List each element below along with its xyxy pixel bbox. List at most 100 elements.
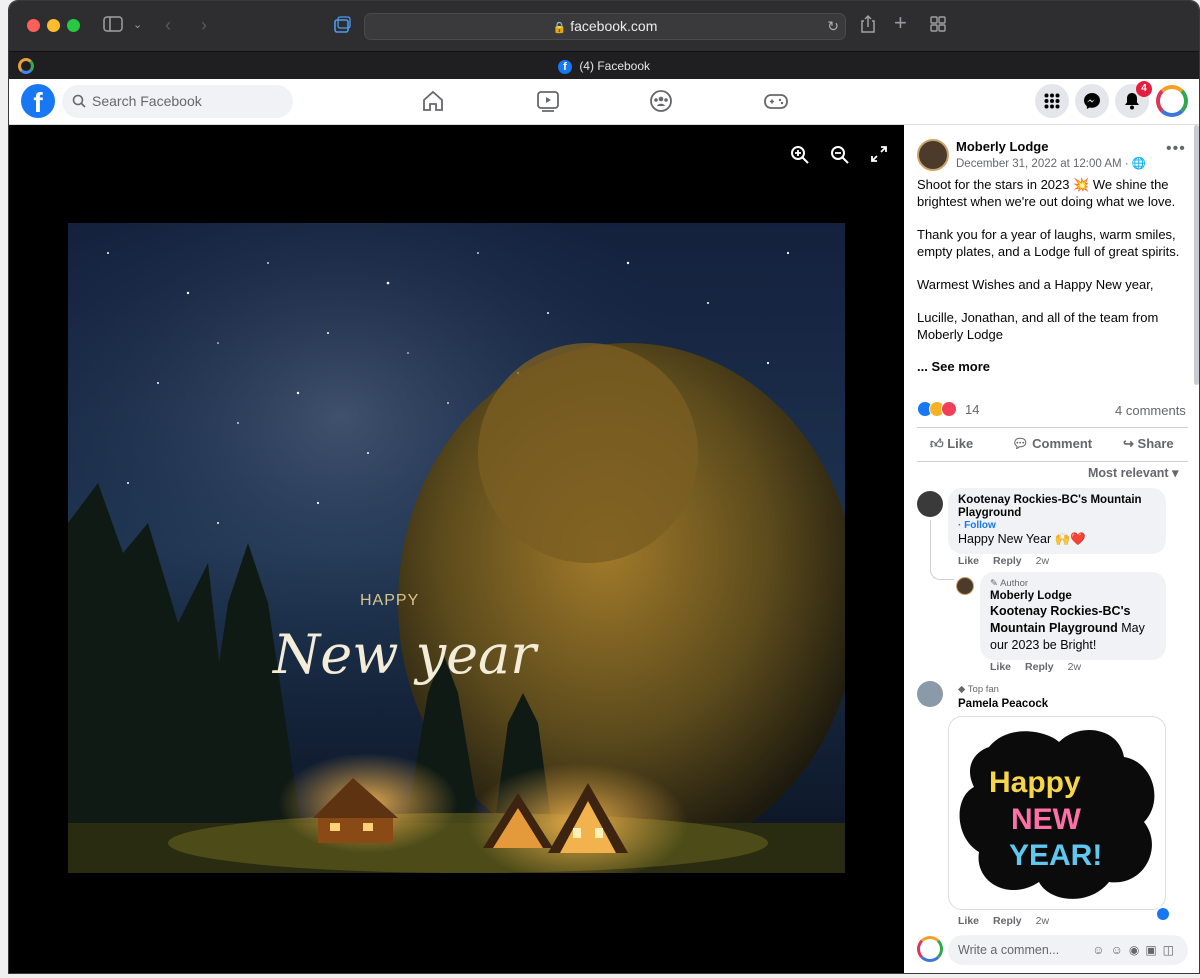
active-tab[interactable]: f (4) Facebook: [9, 59, 1199, 74]
commenter-avatar[interactable]: [917, 681, 943, 707]
like-button[interactable]: 👍︎ Like: [930, 436, 973, 452]
comment-time: 2w: [1035, 915, 1050, 927]
top-fan-text: Top fan: [967, 684, 999, 695]
lock-icon: 🔒: [552, 22, 567, 34]
home-icon[interactable]: [421, 89, 449, 115]
account-avatar[interactable]: [1156, 85, 1188, 117]
comment-like-button[interactable]: Like: [958, 555, 979, 567]
share-arrow-icon: ↪: [1123, 436, 1134, 451]
menu-grid-icon[interactable]: [1035, 84, 1069, 118]
author-badge-text: Author: [1000, 578, 1029, 589]
divider: [917, 427, 1188, 428]
camera-icon[interactable]: ◉: [1129, 943, 1145, 957]
reaction-count: 14: [965, 402, 980, 417]
watch-video-icon[interactable]: [536, 89, 564, 115]
composer-icons: ☺☺◉▣◫: [1092, 935, 1180, 965]
browser-window: ⌄ ‹ › 🔒 facebook.com ↻ + f (4) Facebook …: [8, 0, 1200, 974]
post-text-1: Shoot for the stars in 2023 💥 We shine t…: [917, 177, 1176, 209]
groups-icon[interactable]: [649, 89, 677, 115]
reply-author[interactable]: Moberly Lodge: [990, 590, 1156, 603]
comment-author[interactable]: Kootenay Rockies-BC's Mountain Playgroun…: [958, 494, 1156, 520]
scrollbar[interactable]: [1194, 125, 1199, 385]
back-icon[interactable]: ‹: [165, 15, 171, 35]
reload-icon[interactable]: ↻: [827, 14, 839, 39]
sticker-icon[interactable]: ◫: [1163, 943, 1180, 957]
post-text-2: Thank you for a year of laughs, warm smi…: [917, 227, 1180, 259]
emoji-icon[interactable]: ☺: [1111, 943, 1129, 957]
reply-reply-button[interactable]: Reply: [1025, 661, 1054, 673]
avatar-sticker-icon[interactable]: ☺: [1092, 943, 1110, 957]
messenger-icon[interactable]: [1075, 84, 1109, 118]
address-text: facebook.com: [570, 18, 658, 34]
gaming-icon[interactable]: [763, 89, 791, 115]
close-window-button[interactable]: [27, 19, 40, 32]
zoom-in-icon[interactable]: [790, 145, 810, 170]
fullscreen-icon[interactable]: [870, 145, 888, 168]
share-button[interactable]: ↪ Share: [1123, 436, 1174, 452]
comment-actions: Like Reply 2w: [958, 915, 1049, 927]
comment-label: Comment: [1032, 436, 1093, 451]
gif-icon[interactable]: ▣: [1145, 943, 1162, 957]
minimize-window-button[interactable]: [47, 19, 60, 32]
love-reaction-icon: [941, 401, 957, 417]
sticker-new: NEW: [1011, 803, 1082, 836]
zoom-window-button[interactable]: [67, 19, 80, 32]
reply-text: Kootenay Rockies-BC's Mountain Playgroun…: [990, 603, 1156, 654]
notification-badge: 4: [1136, 81, 1152, 97]
see-more-link[interactable]: ... See more: [917, 358, 990, 375]
search-input[interactable]: Search Facebook: [62, 85, 293, 118]
caret-down-icon: ▾: [1172, 466, 1179, 480]
comment-count[interactable]: 4 comments: [1115, 402, 1186, 419]
follow-link[interactable]: · Follow: [958, 520, 1156, 531]
reply-bubble: ✎ Author Moberly Lodge Kootenay Rockies-…: [980, 572, 1166, 660]
comment-button[interactable]: 💬︎ Comment: [1012, 436, 1092, 452]
facebook-logo-icon[interactable]: f: [21, 84, 55, 118]
like-label: Like: [947, 436, 974, 451]
sidebar-toggle-icon[interactable]: [103, 16, 123, 36]
reply-avatar[interactable]: [956, 577, 974, 595]
reply-actions: Like Reply 2w: [990, 661, 1081, 673]
comment-actions: Like Reply 2w: [958, 555, 1049, 567]
post-photo[interactable]: HAPPY New year: [68, 223, 845, 873]
happy-text: HAPPY: [360, 592, 419, 609]
forward-icon[interactable]: ›: [201, 15, 207, 35]
new-tab-icon[interactable]: +: [894, 12, 907, 34]
post-date[interactable]: December 31, 2022 at 12:00 AM · 🌐: [956, 156, 1146, 173]
your-avatar[interactable]: [917, 936, 943, 962]
more-options-icon[interactable]: •••: [1166, 140, 1186, 158]
commenter-avatar[interactable]: [917, 491, 943, 517]
facebook-header: f Search Facebook 4: [9, 79, 1199, 125]
reply-like-button[interactable]: Like: [990, 661, 1011, 673]
comment-author[interactable]: Pamela Peacock: [958, 698, 1048, 711]
reply-thread-line: [930, 520, 954, 580]
tab-title-text: (4) Facebook: [579, 59, 651, 73]
comment-reply-button[interactable]: Reply: [993, 555, 1022, 567]
comment-input-placeholder: Write a commen...: [958, 943, 1060, 957]
zoom-out-icon[interactable]: [830, 145, 850, 170]
top-fan-badge: ◆ Top fan: [958, 684, 999, 695]
post-text-3: Warmest Wishes and a Happy New year,: [917, 277, 1154, 292]
sticker-like-reaction-icon[interactable]: [1155, 906, 1171, 922]
chevron-down-icon[interactable]: ⌄: [133, 15, 142, 35]
tab-grid-icon[interactable]: [930, 16, 946, 36]
mention-link[interactable]: Kootenay Rockies-BC's Mountain Playgroun…: [990, 604, 1131, 635]
page-name[interactable]: Moberly Lodge: [956, 138, 1048, 155]
page-avatar[interactable]: [917, 139, 949, 171]
search-placeholder: Search Facebook: [92, 93, 202, 109]
sort-label: Most relevant: [1088, 466, 1169, 480]
sticker: Happy NEW YEAR!: [948, 716, 1166, 910]
sort-comments-button[interactable]: Most relevant ▾: [1088, 465, 1178, 482]
tab-overview-icon[interactable]: [332, 15, 352, 39]
comment-input[interactable]: Write a commen... ☺☺◉▣◫: [948, 935, 1188, 965]
post-text-4: Lucille, Jonathan, and all of the team f…: [917, 310, 1159, 342]
globe-icon: 🌐: [1131, 158, 1147, 170]
search-icon: [72, 85, 86, 130]
share-icon[interactable]: [859, 14, 877, 38]
comment-like-button[interactable]: Like: [958, 915, 979, 927]
address-bar[interactable]: 🔒 facebook.com ↻: [364, 13, 846, 40]
post-side-panel: Moberly Lodge December 31, 2022 at 12:00…: [904, 125, 1199, 973]
comment-reply-button[interactable]: Reply: [993, 915, 1022, 927]
new-year-text: New year: [271, 623, 539, 686]
share-label: Share: [1137, 436, 1174, 451]
sticker-year: YEAR!: [1009, 839, 1102, 872]
